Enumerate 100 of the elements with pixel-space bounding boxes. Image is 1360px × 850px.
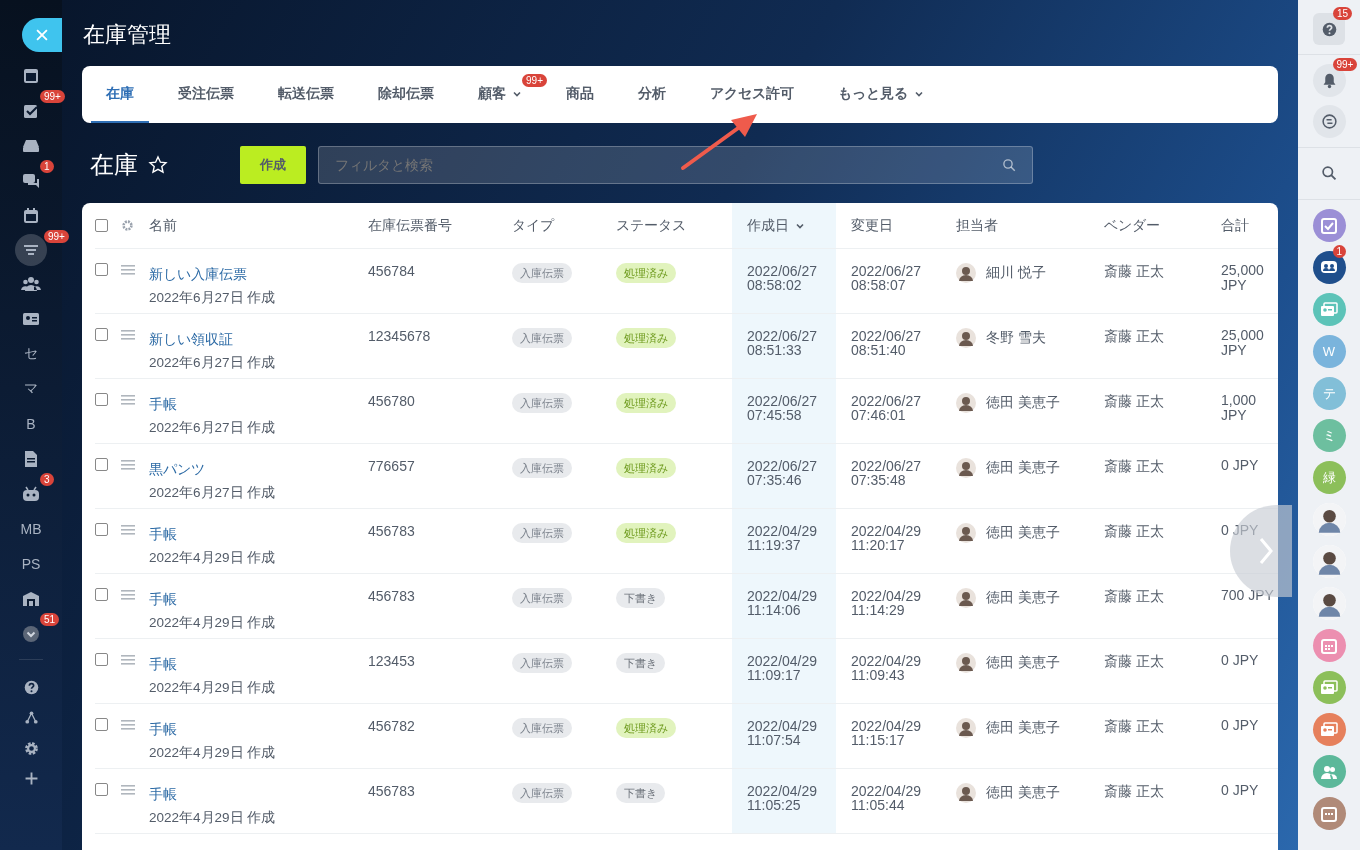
column-header[interactable]: 合計 — [1206, 203, 1278, 249]
table-cell-text: 0 JPY — [1221, 458, 1260, 473]
checkbox[interactable] — [95, 653, 108, 666]
checkbox[interactable] — [95, 328, 108, 341]
close-icon — [35, 28, 49, 42]
close-button[interactable] — [22, 18, 62, 52]
drag-handle-icon — [121, 719, 135, 731]
table-cell: 456780 — [368, 393, 415, 409]
table-cell: 斎藤 正太 — [1104, 718, 1164, 734]
checkbox[interactable] — [95, 783, 108, 796]
record-link[interactable]: 新しい入庫伝票 — [149, 266, 368, 284]
chat-avatar[interactable] — [1312, 587, 1346, 620]
tab[interactable]: 転送伝票 — [263, 66, 349, 123]
table-cell: 456782 — [368, 718, 415, 734]
tab[interactable]: アクセス許可 — [695, 66, 809, 123]
column-header[interactable]: 名前 — [149, 203, 368, 249]
checkbox[interactable] — [95, 458, 108, 471]
avatar-icon — [956, 653, 976, 673]
chat-avatar[interactable] — [1312, 545, 1346, 578]
type-tag: 入庫伝票 — [512, 458, 572, 478]
type-tag: 入庫伝票 — [512, 263, 572, 283]
tab[interactable]: 商品 — [551, 66, 609, 123]
person-name: 徳田 美恵子 — [986, 590, 1060, 605]
created-note: 2022年6月27日 作成 — [149, 354, 277, 372]
star-icon[interactable] — [148, 155, 168, 175]
sidebar-button[interactable]: B — [19, 406, 43, 441]
record-link[interactable]: 手帳 — [149, 656, 368, 674]
column-header[interactable]: 変更日 — [836, 203, 941, 249]
chevron-down-icon — [21, 623, 41, 644]
table-cell: 456783 — [368, 523, 415, 539]
status-tag: 処理済み — [616, 523, 676, 543]
column-header[interactable]: ベンダー — [1089, 203, 1206, 249]
record-link[interactable]: 手帳 — [149, 591, 368, 609]
created-note: 2022年6月27日 作成 — [149, 289, 277, 307]
table-cell-text: 2022/06/27 08:58:07 — [851, 264, 923, 292]
sidebar-button[interactable] — [15, 233, 47, 266]
notification-badge: 99+ — [522, 74, 547, 87]
notification-badge: 1 — [1332, 245, 1347, 258]
sidebar-button[interactable] — [1312, 105, 1346, 138]
table-cell: 456784 — [368, 263, 415, 279]
created-note: 2022年4月29日 作成 — [149, 809, 277, 827]
calendar-icon — [21, 205, 41, 226]
table-cell-text: 2022/04/29 11:05:25 — [747, 784, 819, 812]
checkbox[interactable] — [95, 393, 108, 406]
table-cell: 斎藤 正太 — [1104, 588, 1164, 604]
tab[interactable]: もっと見る — [823, 66, 939, 123]
sidebar-button[interactable]: MB — [19, 511, 43, 546]
table-cell: 斎藤 正太 — [1104, 458, 1164, 474]
type-tag: 入庫伝票 — [512, 588, 572, 608]
column-header[interactable]: 在庫伝票番号 — [368, 203, 512, 249]
table-cell: 12345678 — [368, 328, 431, 344]
chat-avatar[interactable] — [1312, 503, 1346, 536]
table-cell-text: 2022/04/29 11:20:17 — [851, 524, 923, 552]
record-link[interactable]: 手帳 — [149, 396, 368, 414]
table-cell: 斎藤 正太 — [1104, 263, 1164, 279]
record-link[interactable]: 手帳 — [149, 786, 368, 804]
person-name: 徳田 美恵子 — [986, 525, 1060, 540]
checkbox[interactable] — [95, 523, 108, 536]
checkbox[interactable] — [95, 718, 108, 731]
table-cell-text: 2022/04/29 11:05:44 — [851, 784, 923, 812]
checkbox[interactable] — [95, 588, 108, 601]
sidebar-button[interactable]: マ — [19, 371, 43, 406]
checkbox[interactable] — [95, 263, 108, 276]
record-link[interactable]: 新しい領収証 — [149, 331, 368, 349]
sidebar-button[interactable]: セ — [19, 336, 43, 371]
avatar-icon — [1312, 587, 1346, 620]
person-name: 徳田 美恵子 — [986, 785, 1060, 800]
table-cell-text: 0 JPY — [1221, 783, 1260, 798]
create-button[interactable]: 作成 — [240, 146, 306, 184]
record-link[interactable]: 手帳 — [149, 721, 368, 739]
column-header[interactable]: 作成日 — [732, 203, 836, 249]
column-header[interactable]: タイプ — [512, 203, 616, 249]
sidebar-button[interactable]: PS — [19, 546, 43, 581]
drag-handle-icon — [121, 394, 135, 406]
tab[interactable]: 在庫 — [91, 66, 149, 123]
record-link[interactable]: 黒パンツ — [149, 461, 368, 479]
tab[interactable]: 分析 — [623, 66, 681, 123]
table-cell: 456783 — [368, 783, 415, 799]
table-cell-text: 0 JPY — [1221, 523, 1260, 538]
created-note: 2022年6月27日 作成 — [149, 484, 277, 502]
table-cell-text: 2022/04/29 11:15:17 — [851, 719, 923, 747]
column-header[interactable]: 担当者 — [941, 203, 1089, 249]
person-name: 徳田 美恵子 — [986, 460, 1060, 475]
status-tag: 下書き — [616, 783, 665, 803]
notification-badge: 99+ — [40, 90, 65, 103]
table-cell-text: 0 JPY — [1221, 653, 1260, 668]
person-name: 細川 悦子 — [986, 265, 1046, 280]
person-name: 徳田 美恵子 — [986, 395, 1060, 410]
tab[interactable]: 受注伝票 — [163, 66, 249, 123]
table-cell-text: 2022/04/29 11:14:29 — [851, 589, 923, 617]
record-link[interactable]: 手帳 — [149, 526, 368, 544]
avatar-icon — [956, 458, 976, 478]
search-icon — [1002, 158, 1017, 173]
notification-badge: 99+ — [44, 230, 69, 243]
table-cell: 斎藤 正太 — [1104, 523, 1164, 539]
avatar-icon — [956, 328, 976, 348]
avatar-icon — [956, 523, 976, 543]
tab[interactable]: 除却伝票 — [363, 66, 449, 123]
checkbox[interactable] — [95, 219, 108, 232]
avatar-icon — [956, 783, 976, 803]
